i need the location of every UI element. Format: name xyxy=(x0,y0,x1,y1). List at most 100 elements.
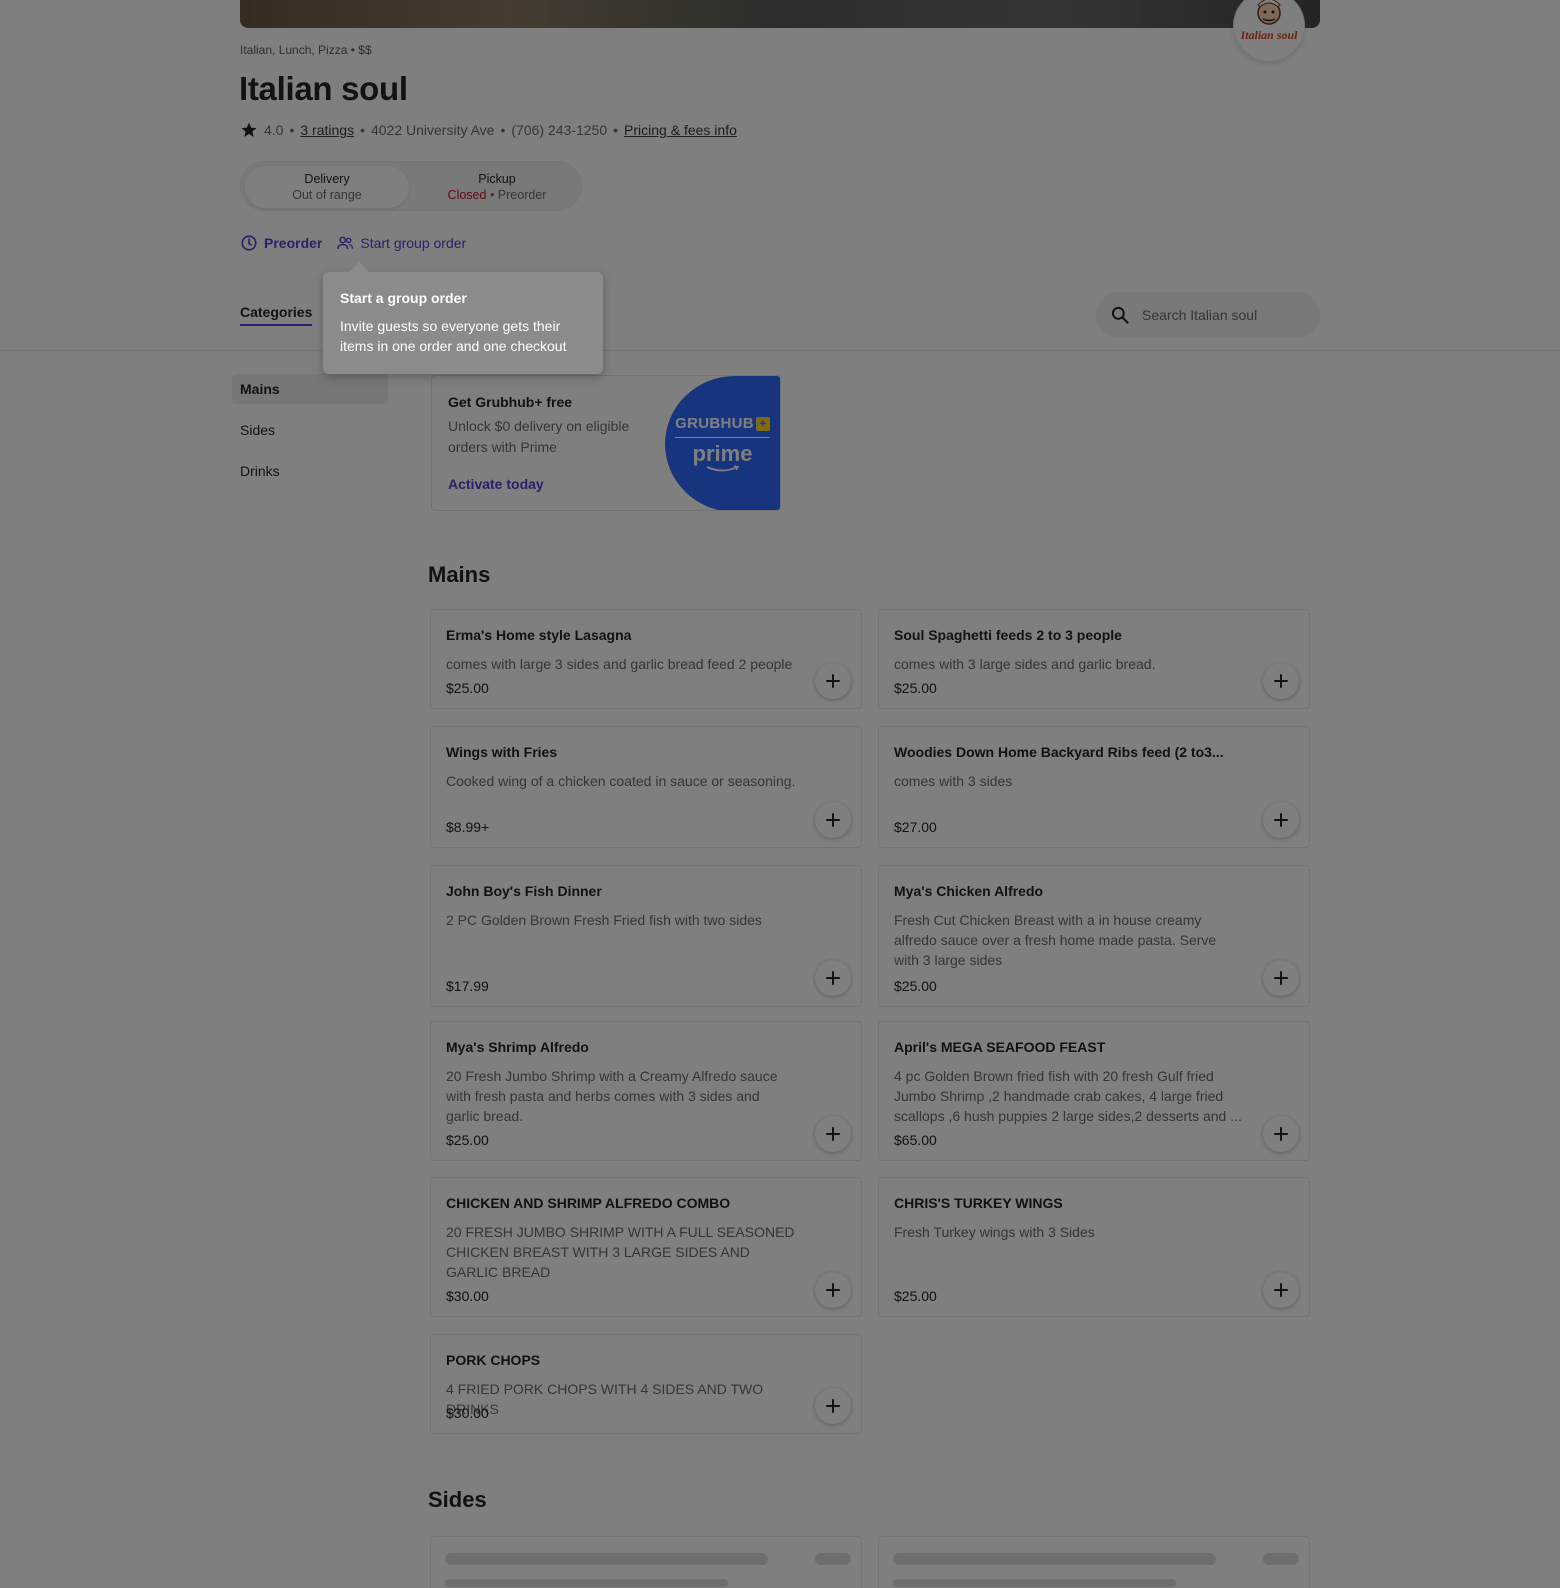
phone-number: (706) 243-1250 xyxy=(511,122,608,138)
menu-item-price: $27.00 xyxy=(894,819,937,835)
pricing-fees-link[interactable]: Pricing & fees info xyxy=(624,122,737,138)
menu-item-price: $25.00 xyxy=(894,680,937,696)
menu-item-card[interactable]: Woodies Down Home Backyard Ribs feed (2 … xyxy=(878,726,1310,848)
plus-icon xyxy=(826,1283,840,1297)
price-tier: $$ xyxy=(358,43,372,57)
delivery-label: Delivery xyxy=(304,172,350,186)
loading-bar xyxy=(445,1553,768,1565)
menu-item-description: 4 FRIED PORK CHOPS WITH 4 SIDES AND TWO … xyxy=(446,1381,764,1417)
loading-card xyxy=(430,1536,862,1588)
grubhub-plus-promo: Get Grubhub+ free Unlock $0 delivery on … xyxy=(431,375,781,511)
group-order-label: Start group order xyxy=(360,235,467,251)
add-to-cart-button[interactable] xyxy=(1263,663,1299,699)
tooltip-body: Invite guests so everyone gets their ite… xyxy=(340,318,567,354)
menu-item-price: $30.00 xyxy=(446,1405,489,1421)
add-to-cart-button[interactable] xyxy=(815,1388,851,1424)
menu-item-price: $8.99+ xyxy=(446,819,490,835)
promo-title: Get Grubhub+ free xyxy=(448,394,573,410)
plus-icon xyxy=(826,674,840,688)
preorder-label: Preorder xyxy=(264,235,323,251)
restaurant-logo: Italian soul xyxy=(1233,0,1305,62)
preorder-button[interactable]: Preorder xyxy=(240,234,322,252)
menu-item-price: $17.99 xyxy=(446,978,489,994)
add-to-cart-button[interactable] xyxy=(815,1116,851,1152)
plus-icon xyxy=(826,971,840,985)
menu-item-description: 20 Fresh Jumbo Shrimp with a Creamy Alfr… xyxy=(446,1068,778,1124)
plus-icon xyxy=(1274,813,1288,827)
menu-item-name: Wings with Fries xyxy=(446,744,558,760)
add-to-cart-button[interactable] xyxy=(815,802,851,838)
menu-item-description: Fresh Turkey wings with 3 Sides xyxy=(894,1224,1095,1240)
add-to-cart-button[interactable] xyxy=(1263,1116,1299,1152)
menu-item-card[interactable]: Soul Spaghetti feeds 2 to 3 people comes … xyxy=(878,609,1310,709)
menu-search xyxy=(1096,292,1320,338)
tooltip-title: Start a group order xyxy=(340,290,467,306)
prime-smile-icon xyxy=(706,465,739,472)
menu-item-card[interactable]: April's MEGA SEAFOOD FEAST 4 pc Golden Br… xyxy=(878,1021,1310,1161)
address: 4022 University Ave xyxy=(370,122,495,138)
menu-item-description: comes with 3 large sides and garlic brea… xyxy=(894,656,1156,672)
group-order-tooltip: Start a group order Invite guests so eve… xyxy=(323,262,603,374)
restaurant-meta: 4.0 • 3 ratings • 4022 University Ave • … xyxy=(240,121,737,139)
menu-item-description: 2 PC Golden Brown Fresh Fried fish with … xyxy=(446,912,762,928)
sidebar-item-mains[interactable]: Mains xyxy=(232,374,388,404)
prime-wordmark: prime xyxy=(692,441,753,466)
menu-item-description: Cooked wing of a chicken coated in sauce… xyxy=(446,773,796,789)
sidebar-item-sides[interactable]: Sides xyxy=(232,415,388,445)
plus-icon xyxy=(826,1399,840,1413)
fulfillment-toggle: Delivery Out of range Pickup Closed • Pr… xyxy=(240,161,582,211)
tab-categories[interactable]: Categories xyxy=(240,304,313,326)
menu-item-card[interactable]: Erma's Home style Lasagna comes with larg… xyxy=(430,609,862,709)
loading-card xyxy=(878,1536,1310,1588)
menu-item-card[interactable]: CHICKEN AND SHRIMP ALFREDO COMBO 20 FRESH… xyxy=(430,1177,862,1317)
add-to-cart-button[interactable] xyxy=(1263,802,1299,838)
menu-item-name: April's MEGA SEAFOOD FEAST xyxy=(894,1039,1106,1055)
menu-item-description: comes with large 3 sides and garlic brea… xyxy=(446,656,793,672)
plus-icon xyxy=(1274,1127,1288,1141)
grubhub-wordmark: GRUBHUB xyxy=(675,415,754,432)
promo-subtitle: Unlock $0 delivery on eligible orders wi… xyxy=(448,418,630,455)
menu-item-card[interactable]: Wings with Fries Cooked wing of a chicken… xyxy=(430,726,862,848)
sidebar-item-drinks[interactable]: Drinks xyxy=(232,456,388,486)
start-group-order-button[interactable]: Start group order xyxy=(336,234,466,252)
add-to-cart-button[interactable] xyxy=(1263,1272,1299,1308)
cuisine-tags: Italian, Lunch, Pizza • $$ xyxy=(240,43,372,57)
grubhub-plus-badge: + xyxy=(755,416,770,431)
menu-item-description: Fresh Cut Chicken Breast with a in house… xyxy=(894,912,1217,968)
menu-item-card[interactable]: CHRIS'S TURKEY WINGS Fresh Turkey wings w… xyxy=(878,1177,1310,1317)
header-divider xyxy=(0,350,1560,351)
menu-item-card[interactable]: PORK CHOPS 4 FRIED PORK CHOPS WITH 4 SIDE… xyxy=(430,1334,862,1434)
section-title-sides: Sides xyxy=(428,1487,487,1512)
loading-bar xyxy=(893,1553,1216,1565)
hero-banner xyxy=(240,0,1320,28)
search-input[interactable] xyxy=(1142,307,1302,323)
loading-bar xyxy=(893,1579,1176,1587)
menu-item-name: CHRIS'S TURKEY WINGS xyxy=(894,1195,1063,1211)
menu-item-name: PORK CHOPS xyxy=(446,1352,541,1368)
pickup-label: Pickup xyxy=(478,172,516,186)
clock-icon xyxy=(241,235,257,251)
activate-today-link[interactable]: Activate today xyxy=(448,476,544,492)
delivery-status: Out of range xyxy=(292,188,362,202)
add-to-cart-button[interactable] xyxy=(815,960,851,996)
menu-item-card[interactable]: Mya's Chicken Alfredo Fresh Cut Chicken B… xyxy=(878,865,1310,1007)
add-to-cart-button[interactable] xyxy=(1263,960,1299,996)
menu-item-name: Mya's Shrimp Alfredo xyxy=(446,1039,589,1055)
menu-item-description: 4 pc Golden Brown fried fish with 20 fre… xyxy=(894,1068,1242,1124)
menu-item-name: CHICKEN AND SHRIMP ALFREDO COMBO xyxy=(446,1195,731,1211)
pickup-option[interactable]: Pickup Closed • Preorder xyxy=(415,166,579,208)
menu-item-price: $65.00 xyxy=(894,1132,937,1148)
menu-item-description: comes with 3 sides xyxy=(894,773,1013,789)
search-icon xyxy=(1111,306,1129,324)
plus-icon xyxy=(826,813,840,827)
pickup-status-preorder: Preorder xyxy=(497,188,547,202)
ratings-link[interactable]: 3 ratings xyxy=(300,122,354,138)
add-to-cart-button[interactable] xyxy=(815,663,851,699)
cuisine-list: Italian, Lunch, Pizza xyxy=(240,43,348,57)
loading-bar xyxy=(1263,1553,1299,1565)
add-to-cart-button[interactable] xyxy=(815,1272,851,1308)
delivery-option[interactable]: Delivery Out of range xyxy=(245,166,409,208)
menu-item-card[interactable]: John Boy's Fish Dinner 2 PC Golden Brown … xyxy=(430,865,862,1007)
plus-icon xyxy=(1274,971,1288,985)
menu-item-card[interactable]: Mya's Shrimp Alfredo 20 Fresh Jumbo Shrim… xyxy=(430,1021,862,1161)
